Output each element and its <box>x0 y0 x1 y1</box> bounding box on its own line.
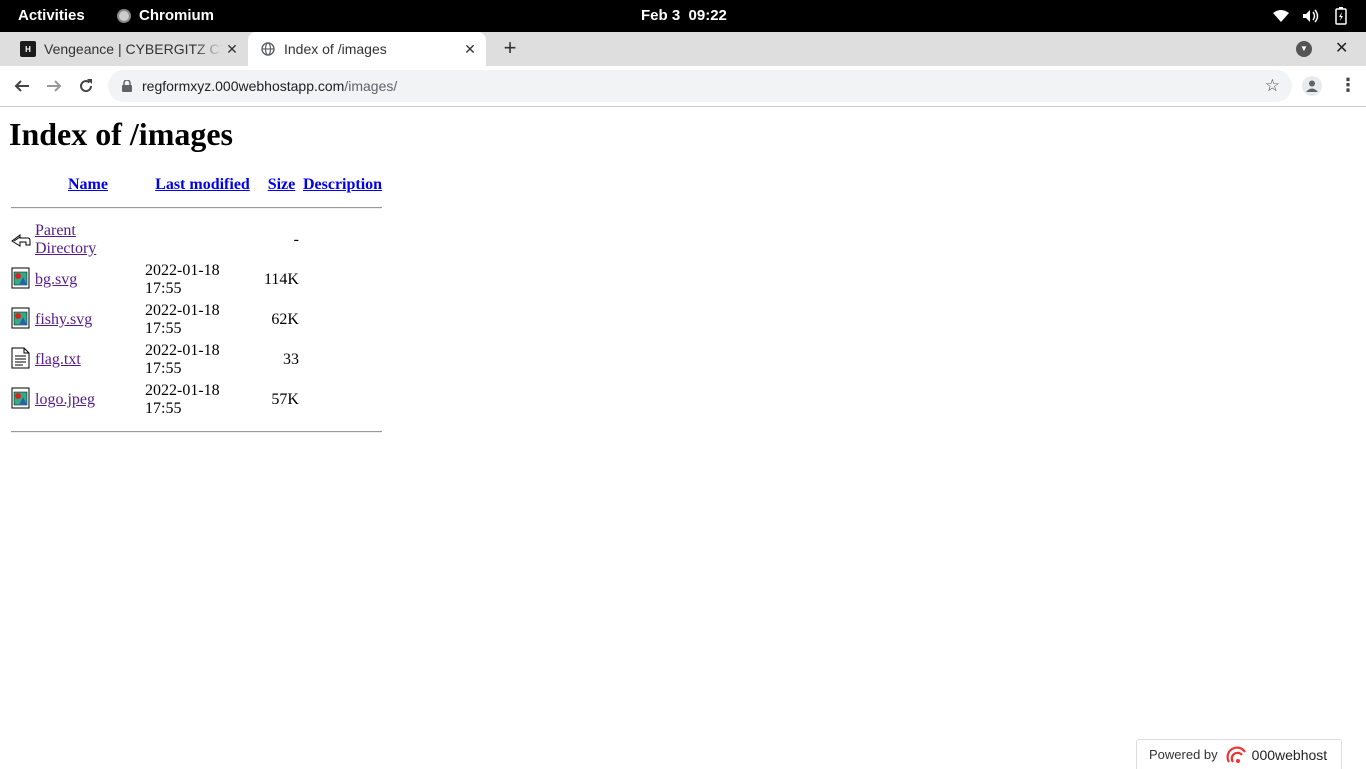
table-row: fishy.svg 2022-01-18 17:55 62K <box>10 301 383 339</box>
text-file-icon <box>11 347 31 369</box>
sort-by-modified-link[interactable]: Last modified <box>155 176 250 193</box>
name-column-header[interactable]: Name <box>34 175 142 195</box>
description-cell <box>302 261 383 299</box>
clock[interactable]: Feb 3 09:22 <box>641 7 727 24</box>
separator-row <box>10 197 383 219</box>
description-cell <box>302 341 383 379</box>
tab-vengeance[interactable]: H Vengeance | CYBERGITZ CTF ✕ <box>8 32 248 66</box>
file-link[interactable]: bg.svg <box>35 271 77 288</box>
page-content: Index of /images Name Last modified Size… <box>0 107 1366 768</box>
browser-toolbar: regformxyz.000webhostapp.com/images/ ☆ <box>0 66 1366 107</box>
kebab-menu-icon[interactable]: ⋮ <box>1339 76 1357 96</box>
reload-icon[interactable] <box>74 74 98 98</box>
address-bar[interactable]: regformxyz.000webhostapp.com/images/ ☆ <box>108 70 1292 102</box>
modified-column-header[interactable]: Last modified <box>144 175 261 195</box>
000webhost-brand: 000webhost <box>1251 746 1328 763</box>
size-column-header[interactable]: Size <box>263 175 300 195</box>
activities-button[interactable]: Activities <box>18 7 85 24</box>
modified-cell: 2022-01-18 17:55 <box>145 302 220 337</box>
file-link[interactable]: Parent Directory <box>35 222 96 257</box>
table-row: flag.txt 2022-01-18 17:55 33 <box>10 341 383 379</box>
000webhost-logo-icon <box>1226 745 1248 764</box>
size-cell: 114K <box>264 271 299 288</box>
directory-listing-table: Name Last modified Size Description Pare… <box>8 173 385 436</box>
url-text[interactable]: regformxyz.000webhostapp.com/images/ <box>142 78 397 94</box>
powered-by-label: Powered by <box>1149 747 1218 762</box>
modified-cell: 2022-01-18 17:55 <box>145 342 220 377</box>
system-tray[interactable] <box>1272 6 1350 26</box>
table-row: bg.svg 2022-01-18 17:55 114K <box>10 261 383 299</box>
icon-column-header <box>10 175 32 195</box>
size-cell: - <box>293 231 299 248</box>
tab-index-of-images[interactable]: Index of /images ✕ <box>248 32 486 66</box>
table-row: logo.jpeg 2022-01-18 17:55 57K <box>10 381 383 419</box>
battery-icon <box>1332 6 1350 26</box>
cybergitz-favicon-icon: H <box>20 41 36 57</box>
divider <box>11 431 383 433</box>
back-icon <box>11 227 31 249</box>
globe-icon <box>260 41 276 57</box>
size-cell: 33 <box>282 351 299 368</box>
size-cell: 57K <box>271 391 299 408</box>
description-cell <box>302 301 383 339</box>
image-icon <box>11 267 31 289</box>
wifi-icon <box>1272 6 1290 26</box>
url-path: /images/ <box>344 78 398 94</box>
tab-title: Index of /images <box>284 41 387 57</box>
app-name: Chromium <box>139 7 214 24</box>
tab-close-icon[interactable]: ✕ <box>460 41 480 58</box>
sort-by-description-link[interactable]: Description <box>303 176 382 193</box>
modified-cell: 2022-01-18 17:55 <box>145 382 220 417</box>
file-link[interactable]: flag.txt <box>35 351 81 368</box>
window-close-icon[interactable]: ✕ <box>1335 38 1348 58</box>
description-cell <box>302 381 383 419</box>
file-link[interactable]: logo.jpeg <box>35 391 95 408</box>
modified-cell: 2022-01-18 17:55 <box>145 262 220 297</box>
app-menu[interactable]: Chromium <box>117 7 214 24</box>
tab-close-icon[interactable]: ✕ <box>222 41 242 58</box>
forward-icon[interactable] <box>42 74 66 98</box>
sort-by-name-link[interactable]: Name <box>68 176 108 193</box>
file-link[interactable]: fishy.svg <box>35 311 92 328</box>
tab-title: Vengeance | CYBERGITZ CTF <box>44 41 222 57</box>
table-row: Parent Directory - <box>10 221 383 259</box>
table-header-row: Name Last modified Size Description <box>10 175 383 195</box>
separator-row <box>10 421 383 434</box>
page-title: Index of /images <box>9 116 233 152</box>
lock-icon[interactable] <box>122 80 132 92</box>
modified-cell <box>144 221 261 259</box>
system-top-bar: Activities Chromium Feb 3 09:22 <box>0 0 1366 32</box>
description-cell <box>302 221 383 259</box>
new-tab-button[interactable]: + <box>498 37 522 61</box>
sort-by-size-link[interactable]: Size <box>268 176 296 193</box>
volume-icon <box>1302 6 1320 26</box>
back-icon[interactable] <box>10 74 34 98</box>
divider <box>11 207 383 209</box>
tab-search-icon[interactable]: ▼ <box>1296 41 1312 57</box>
tab-strip: H Vengeance | CYBERGITZ CTF ✕ Index of /… <box>0 32 1366 66</box>
profile-icon[interactable] <box>1302 76 1322 96</box>
url-host: regformxyz.000webhostapp.com <box>142 78 345 94</box>
size-cell: 62K <box>271 311 299 328</box>
image-icon <box>11 307 31 329</box>
image-icon <box>11 387 31 409</box>
chromium-icon <box>117 8 131 23</box>
description-column-header[interactable]: Description <box>302 175 383 195</box>
bookmark-star-icon[interactable]: ☆ <box>1265 76 1280 96</box>
powered-by-badge[interactable]: Powered by 000webhost <box>1136 739 1342 769</box>
